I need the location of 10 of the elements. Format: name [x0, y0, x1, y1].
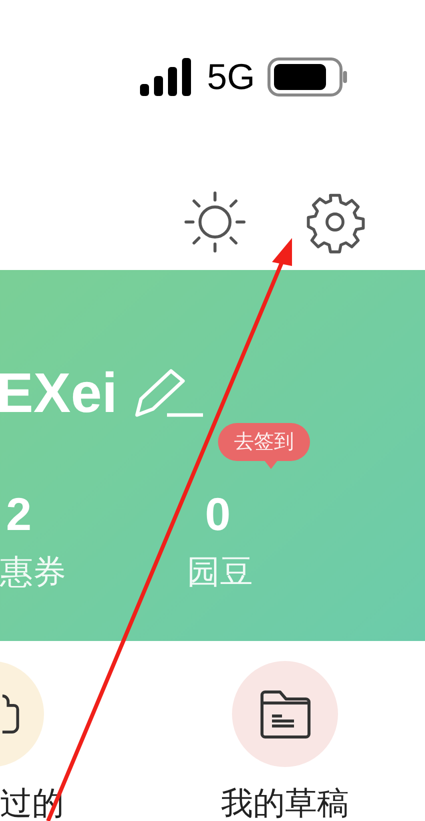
stat-label: 园豆 [187, 555, 254, 588]
sun-icon[interactable] [183, 190, 247, 254]
shortcut-label[interactable]: 我的草稿 [221, 787, 349, 819]
bag-icon [2, 694, 20, 734]
network-label: 5G [206, 59, 255, 95]
stat-value: 2 [5, 491, 33, 537]
folder-icon [259, 689, 311, 739]
stat-value: 0 [204, 491, 232, 537]
badge-tail-icon [264, 460, 278, 469]
battery-icon [267, 57, 349, 97]
